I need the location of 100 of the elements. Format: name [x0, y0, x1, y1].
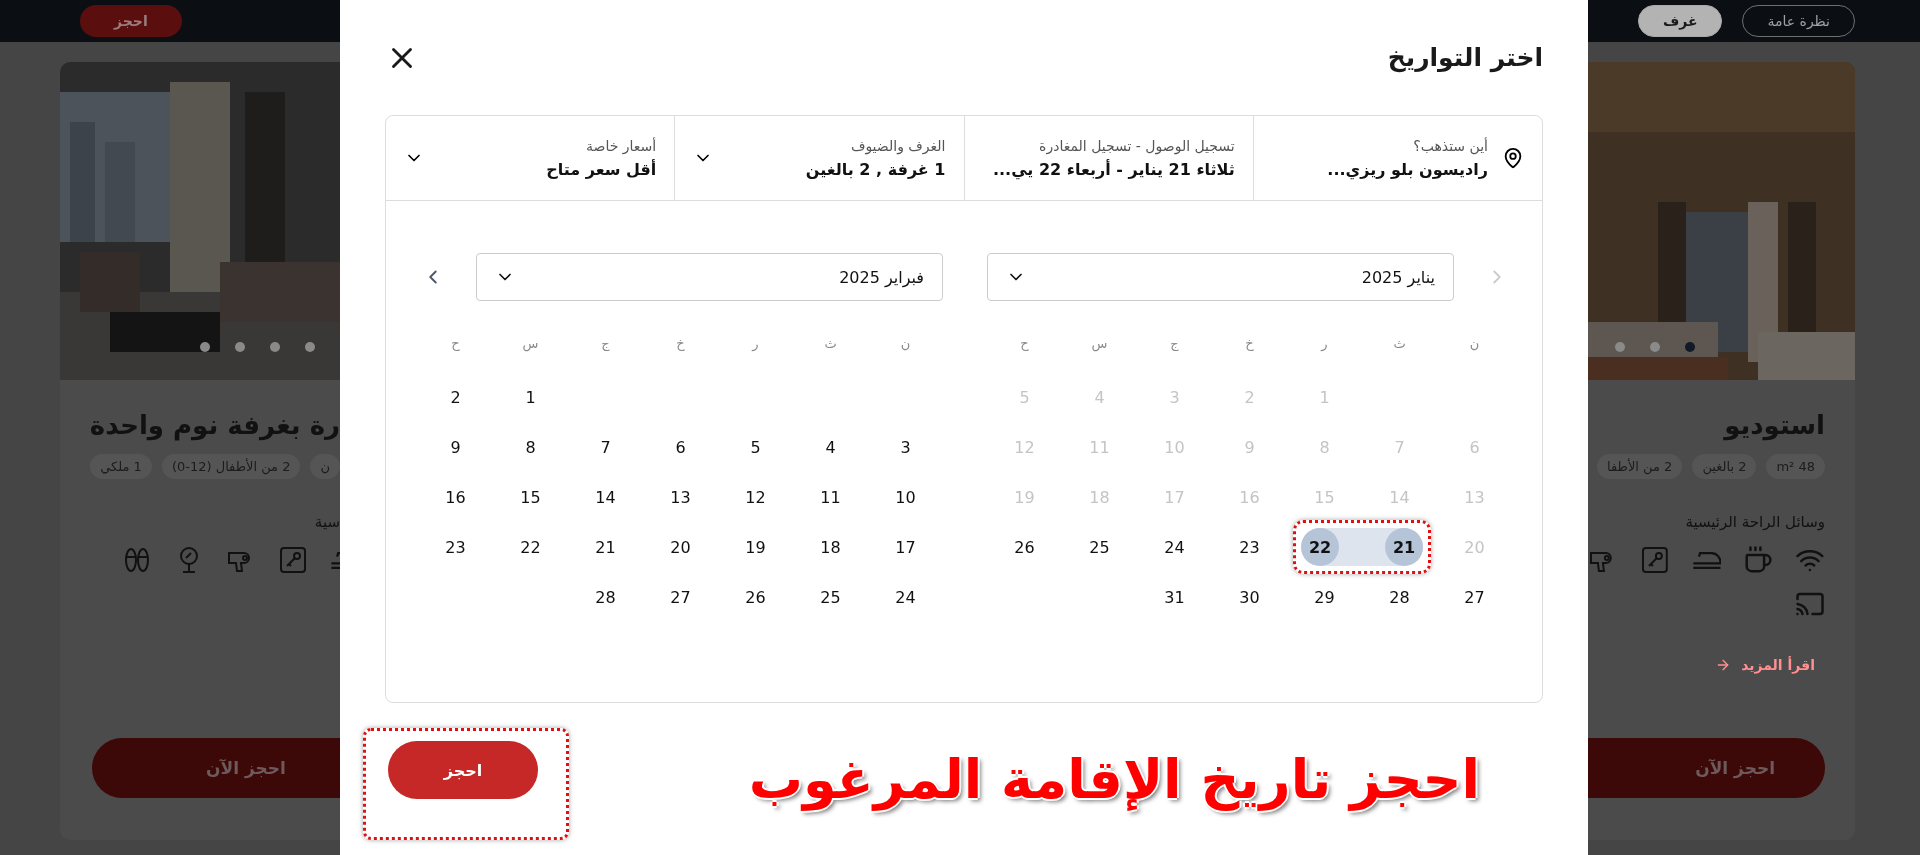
calendar-day[interactable]: 24: [895, 587, 916, 607]
amenities-label: سية: [313, 513, 340, 531]
weekday-label: ن: [1468, 336, 1481, 353]
amenities-label: وسائل الراحة الرئيسية: [1684, 513, 1825, 531]
calendar-day[interactable]: 18: [820, 537, 841, 557]
room-title: استوديو: [1722, 410, 1825, 440]
calendar-day: 16: [1239, 487, 1260, 507]
weekday-label: ج: [600, 336, 611, 353]
calendar-day: 18: [1089, 487, 1110, 507]
calendar-day[interactable]: 23: [1239, 537, 1260, 557]
calendar-day: 2: [1244, 387, 1255, 407]
calendar-day[interactable]: 28: [595, 587, 616, 607]
search-segment[interactable]: الغرف والضيوف 1 غرفة , 2 بالغين: [674, 116, 964, 200]
carousel-dot[interactable]: [1650, 342, 1660, 352]
key-card-icon: [1639, 545, 1670, 575]
calendar-day[interactable]: 30: [1239, 587, 1260, 607]
carousel-dot[interactable]: [270, 342, 280, 352]
search-segment[interactable]: أسعار خاصة أقل سعر متاح: [386, 116, 675, 200]
book-button[interactable]: احجز: [80, 5, 182, 37]
segment-value: 1 غرفة , 2 بالغين: [804, 159, 946, 179]
calendar-day: 15: [1314, 487, 1335, 507]
calendar-day: 11: [1089, 437, 1110, 457]
key-card-icon: [278, 545, 308, 575]
calendar-day[interactable]: 28: [1389, 587, 1410, 607]
calendar-day[interactable]: 1: [525, 387, 536, 407]
calendar-day: 9: [1244, 437, 1255, 457]
calendar-day[interactable]: 23: [445, 537, 466, 557]
calendar-day[interactable]: 22: [520, 537, 541, 557]
carousel-dot[interactable]: [1615, 342, 1625, 352]
calendar-day[interactable]: 6: [675, 437, 686, 457]
calendar-day[interactable]: 15: [520, 487, 541, 507]
calendar-day[interactable]: 26: [1014, 537, 1035, 557]
calendar-day: 12: [1014, 437, 1035, 457]
calendar-day[interactable]: 7: [600, 437, 611, 457]
calendar-day[interactable]: 13: [670, 487, 691, 507]
calendar-day[interactable]: 17: [895, 537, 916, 557]
calendar-day[interactable]: 2: [450, 387, 461, 407]
calendar-day: 4: [1094, 387, 1105, 407]
search-segment[interactable]: أين ستذهب؟ راديسون بلو ريزي...: [1252, 116, 1542, 200]
calendar-day[interactable]: 29: [1314, 587, 1335, 607]
calendar-day[interactable]: 25: [1089, 537, 1110, 557]
calendar-day[interactable]: 5: [750, 437, 761, 457]
book-button[interactable]: احجز: [388, 741, 538, 799]
calendar-day[interactable]: 27: [670, 587, 691, 607]
calendar-day[interactable]: 19: [745, 537, 766, 557]
segment-value: ثلاثاء 21 يناير - أربعاء 22 يي...: [991, 159, 1235, 179]
room-feature: 2 بالغين: [1692, 454, 1757, 479]
calendar-day: 10: [1164, 437, 1185, 457]
calendar-day[interactable]: 9: [450, 437, 461, 457]
calendar-day[interactable]: 8: [525, 437, 536, 457]
calendar-day[interactable]: 21: [595, 537, 616, 557]
room-title: رة بغرفة نوم واحدة: [92, 410, 340, 440]
calendar-day: 3: [1169, 387, 1180, 407]
carousel-dot[interactable]: [1685, 342, 1695, 352]
weekday-label: ح: [450, 336, 461, 353]
slippers-icon: [122, 545, 152, 575]
calendar-day: 20: [1464, 537, 1485, 557]
calendar-day[interactable]: 21: [1385, 528, 1423, 566]
weekday-label: ث: [823, 336, 838, 353]
calendar-day[interactable]: 20: [670, 537, 691, 557]
calendar-day[interactable]: 24: [1164, 537, 1185, 557]
segment-label: أين ستذهب؟: [1412, 137, 1488, 154]
calendar-day[interactable]: 25: [820, 587, 841, 607]
weekday-label: ث: [1392, 336, 1407, 353]
calendar-day: 19: [1014, 487, 1035, 507]
calendar-day[interactable]: 31: [1164, 587, 1185, 607]
calendar-day[interactable]: 10: [895, 487, 916, 507]
calendar-day[interactable]: 16: [445, 487, 466, 507]
calendar-day[interactable]: 4: [825, 437, 836, 457]
weekday-label: خ: [675, 336, 686, 353]
segment-label: الغرف والضيوف: [849, 137, 946, 154]
weekday-label: خ: [1244, 336, 1255, 353]
calendar-day: 7: [1394, 437, 1405, 457]
weekday-label: س: [1090, 336, 1109, 354]
month-select[interactable]: فبراير 2025: [476, 253, 943, 301]
annotation-caption: احجز تاريخ الإقامة المرغوب: [748, 747, 1480, 811]
weekday-label: ر: [1319, 336, 1329, 353]
nav-tab[interactable]: غرف: [1637, 5, 1723, 37]
segment-label: تسجيل الوصول - تسجيل المغادرة: [1038, 137, 1235, 154]
room-feature: ن: [310, 454, 340, 479]
carousel-dot[interactable]: [200, 342, 210, 352]
room-feature: 1 ملكي: [90, 454, 152, 479]
carousel-dot[interactable]: [305, 342, 315, 352]
read-more-link[interactable]: اقرأ المزيد: [1715, 657, 1815, 673]
month-select[interactable]: يناير 2025: [987, 253, 1454, 301]
room-feature: 2 من الأطفا: [1597, 454, 1683, 479]
calendar-day[interactable]: 12: [745, 487, 766, 507]
dialog-title: اختر التواريخ: [1387, 43, 1543, 72]
calendar-day[interactable]: 14: [595, 487, 616, 507]
calendar-day: 8: [1319, 437, 1330, 457]
calendar-day[interactable]: 26: [745, 587, 766, 607]
calendar-day[interactable]: 3: [900, 437, 911, 457]
calendar-day[interactable]: 27: [1464, 587, 1485, 607]
calendar-day[interactable]: 11: [820, 487, 841, 507]
carousel-dot[interactable]: [235, 342, 245, 352]
search-segment[interactable]: تسجيل الوصول - تسجيل المغادرة ثلاثاء 21 يناير - أربعاء 22 يي...: [963, 116, 1253, 200]
weekday-label: ج: [1169, 336, 1180, 353]
room-feature: 48 m²: [1766, 454, 1825, 479]
calendar-day[interactable]: 22: [1301, 528, 1339, 566]
map-pin-icon: [1502, 147, 1524, 169]
